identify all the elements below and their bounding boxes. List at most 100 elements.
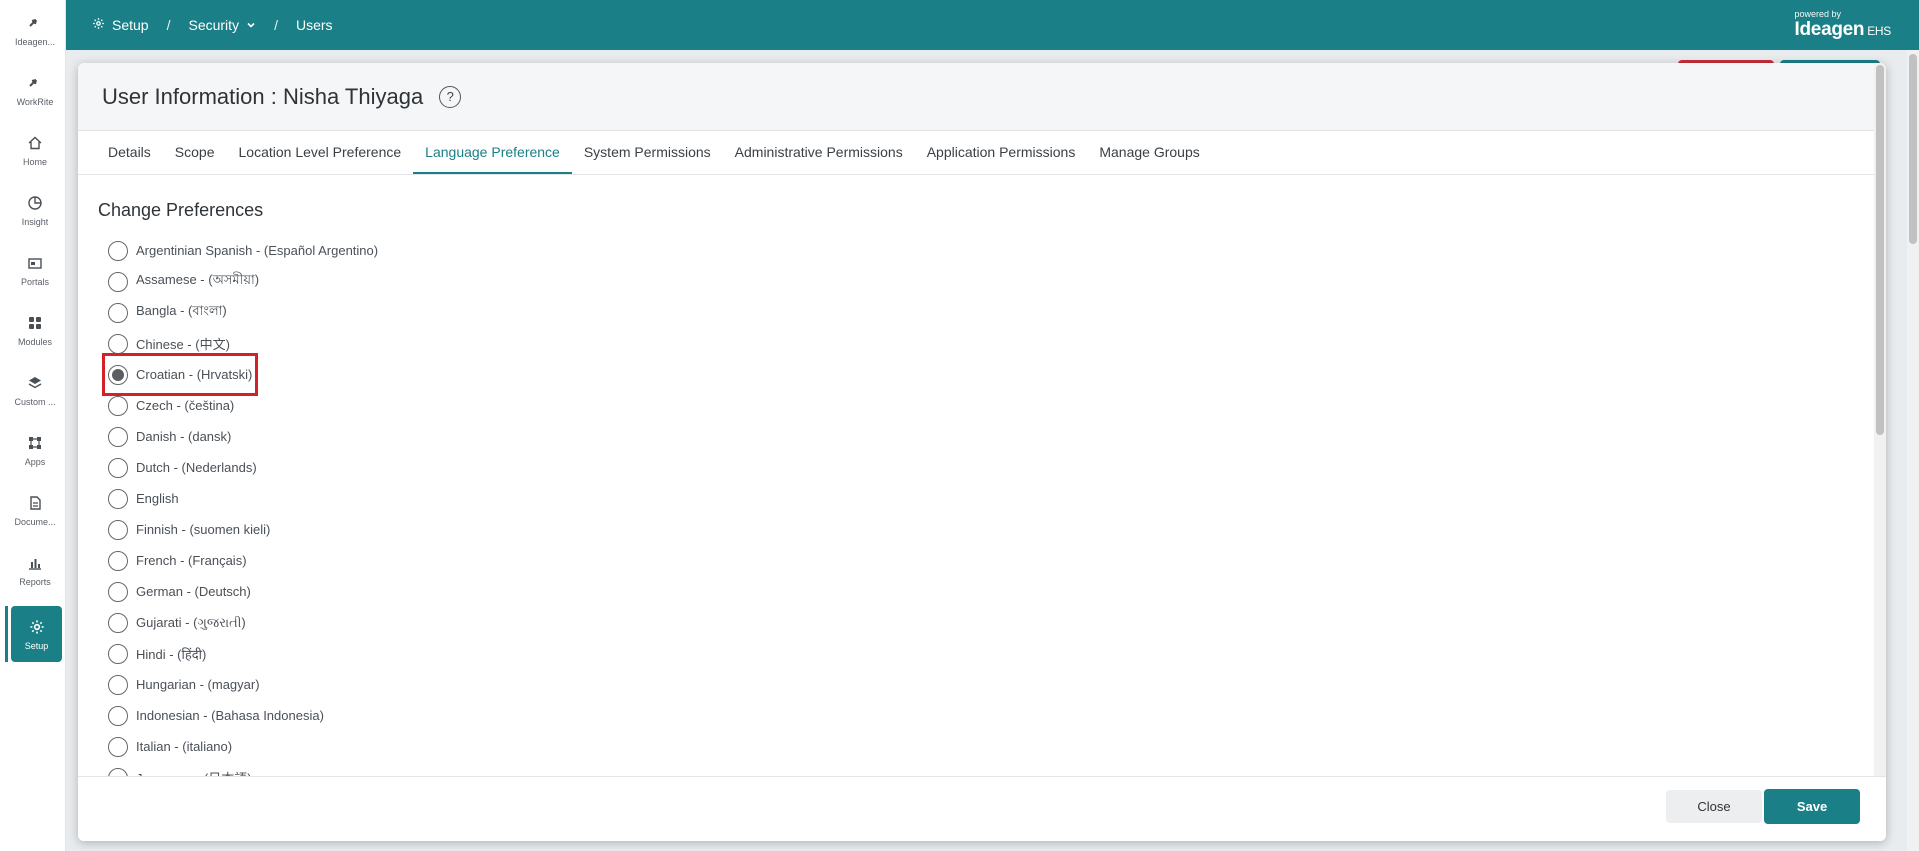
language-option[interactable]: Argentinian Spanish - (Español Argentino…	[108, 235, 378, 266]
document-icon	[26, 494, 44, 512]
language-option[interactable]: Indonesian - (Bahasa Indonesia)	[108, 700, 324, 731]
modal-scrollbar[interactable]	[1874, 63, 1886, 841]
gear-icon	[28, 618, 46, 636]
language-label: Gujarati - (ગુજરાતી)	[136, 614, 246, 630]
chevron-down-icon	[246, 17, 256, 33]
language-label: German - (Deutsch)	[136, 584, 251, 599]
rail-item-label: Custom ...	[14, 396, 56, 407]
workrite-logo-icon	[26, 74, 44, 92]
radio-button[interactable]	[108, 457, 128, 478]
help-icon[interactable]: ?	[439, 85, 462, 108]
brand-powered-by: powered by	[1794, 9, 1842, 19]
language-option[interactable]: French - (Français)	[108, 545, 247, 576]
rail-item-label: Apps	[24, 456, 46, 467]
rail-item-setup[interactable]: Setup	[11, 606, 62, 662]
rail-item-docume[interactable]: Docume...	[5, 482, 65, 538]
tab-administrative-permissions[interactable]: Administrative Permissions	[723, 131, 915, 174]
rail-item-label: Docume...	[14, 516, 56, 527]
language-option[interactable]: Bangla - (বাংলা)	[108, 297, 227, 328]
language-label: Hungarian - (magyar)	[136, 677, 260, 692]
language-option[interactable]: Dutch - (Nederlands)	[108, 452, 257, 483]
radio-button[interactable]	[108, 643, 128, 664]
language-radio-list: Argentinian Spanish - (Español Argentino…	[101, 235, 1886, 776]
language-label: Italian - (italiano)	[136, 739, 233, 754]
rail-item-portals[interactable]: Portals	[5, 242, 65, 298]
rail-item-label: Setup	[24, 640, 49, 651]
rail-item-reports[interactable]: Reports	[5, 542, 65, 598]
rail-item-label: Reports	[19, 576, 51, 587]
grid-icon	[26, 314, 44, 332]
radio-selected-dot	[112, 368, 124, 381]
rail-item-apps[interactable]: Apps	[5, 422, 65, 478]
language-option[interactable]: Danish - (dansk)	[108, 421, 231, 452]
language-option[interactable]: Gujarati - (ગુજરાતી)	[108, 607, 246, 638]
language-label: Indonesian - (Bahasa Indonesia)	[136, 708, 324, 723]
radio-button[interactable]	[108, 581, 128, 602]
page-scrollbar-thumb[interactable]	[1909, 54, 1917, 244]
language-option[interactable]: Japanese - (日本語)	[108, 762, 252, 776]
top-bar: Setup / Security / Users powered by Idea…	[66, 0, 1919, 50]
radio-button[interactable]	[108, 364, 128, 385]
language-label: Bangla - (বাংলা)	[136, 303, 227, 318]
language-option[interactable]: Chinese - (中文)	[108, 328, 230, 359]
page-scrollbar[interactable]	[1907, 50, 1919, 851]
language-option[interactable]: Hindi - (हिंदी)	[108, 638, 206, 669]
radio-button[interactable]	[108, 395, 128, 416]
radio-button[interactable]	[108, 736, 128, 757]
language-label: Czech - (čeština)	[136, 398, 235, 413]
layers-icon	[26, 374, 44, 392]
radio-button[interactable]	[108, 333, 128, 354]
radio-button[interactable]	[108, 612, 128, 633]
breadcrumb-setup-label: Setup	[112, 17, 149, 33]
radio-button[interactable]	[108, 488, 128, 509]
tab-details[interactable]: Details	[96, 131, 163, 174]
language-option[interactable]: Hungarian - (magyar)	[108, 669, 260, 700]
language-option[interactable]: Finnish - (suomen kieli)	[108, 514, 270, 545]
rail-item-custom[interactable]: Custom ...	[5, 362, 65, 418]
radio-button[interactable]	[108, 426, 128, 447]
close-button[interactable]: Close	[1666, 790, 1762, 823]
radio-button[interactable]	[108, 674, 128, 695]
tab-manage-groups[interactable]: Manage Groups	[1087, 131, 1211, 174]
language-label: Assamese - (অসমীয়া)	[136, 272, 260, 287]
radio-button[interactable]	[108, 550, 128, 571]
radio-button[interactable]	[108, 302, 128, 323]
radio-button[interactable]	[108, 271, 128, 292]
breadcrumb-security[interactable]: Security	[188, 17, 256, 33]
rail-item-workrite[interactable]: WorkRite	[5, 62, 65, 118]
breadcrumb-users[interactable]: Users	[296, 17, 333, 33]
rail-item-home[interactable]: Home	[5, 122, 65, 178]
rail-item-label: Home	[22, 156, 47, 167]
language-option[interactable]: Assamese - (অসমীয়া)	[108, 266, 259, 297]
rail-item-ideagen[interactable]: Ideagen...	[5, 2, 65, 58]
language-option[interactable]: German - (Deutsch)	[108, 576, 251, 607]
radio-button[interactable]	[108, 705, 128, 726]
language-option[interactable]: Czech - (čeština)	[108, 390, 234, 421]
tab-scope[interactable]: Scope	[163, 131, 227, 174]
rail-item-label: Portals	[20, 276, 49, 287]
save-button[interactable]: Save	[1764, 789, 1860, 824]
language-label: English	[136, 491, 179, 506]
radio-button[interactable]	[108, 519, 128, 540]
rail-item-insight[interactable]: Insight	[5, 182, 65, 238]
tab-language-preference[interactable]: Language Preference	[413, 131, 572, 174]
breadcrumb-setup[interactable]: Setup	[92, 17, 149, 33]
language-label: French - (Français)	[136, 553, 247, 568]
tab-bar: Details Scope Location Level Preference Lan…	[78, 131, 1886, 175]
rail-item-label: Modules	[17, 336, 53, 347]
language-label: Argentinian Spanish - (Español Argentino…	[136, 243, 379, 258]
breadcrumb-security-label: Security	[188, 17, 240, 33]
language-option[interactable]: Italian - (italiano)	[108, 731, 232, 762]
rail-item-modules[interactable]: Modules	[5, 302, 65, 358]
radio-button[interactable]	[108, 240, 128, 261]
tab-location-level-preference[interactable]: Location Level Preference	[227, 131, 414, 174]
language-option[interactable]: English	[108, 483, 179, 514]
modal-content: Change Preferences Argentinian Spanish -…	[78, 176, 1886, 776]
modal-scrollbar-thumb[interactable]	[1876, 65, 1884, 435]
tab-application-permissions[interactable]: Application Permissions	[915, 131, 1088, 174]
gear-icon	[92, 17, 105, 33]
language-option[interactable]: Croatian - (Hrvatski)	[101, 353, 259, 396]
rail-active-indicator	[5, 606, 8, 662]
tab-system-permissions[interactable]: System Permissions	[572, 131, 723, 174]
radio-button[interactable]	[108, 767, 128, 776]
